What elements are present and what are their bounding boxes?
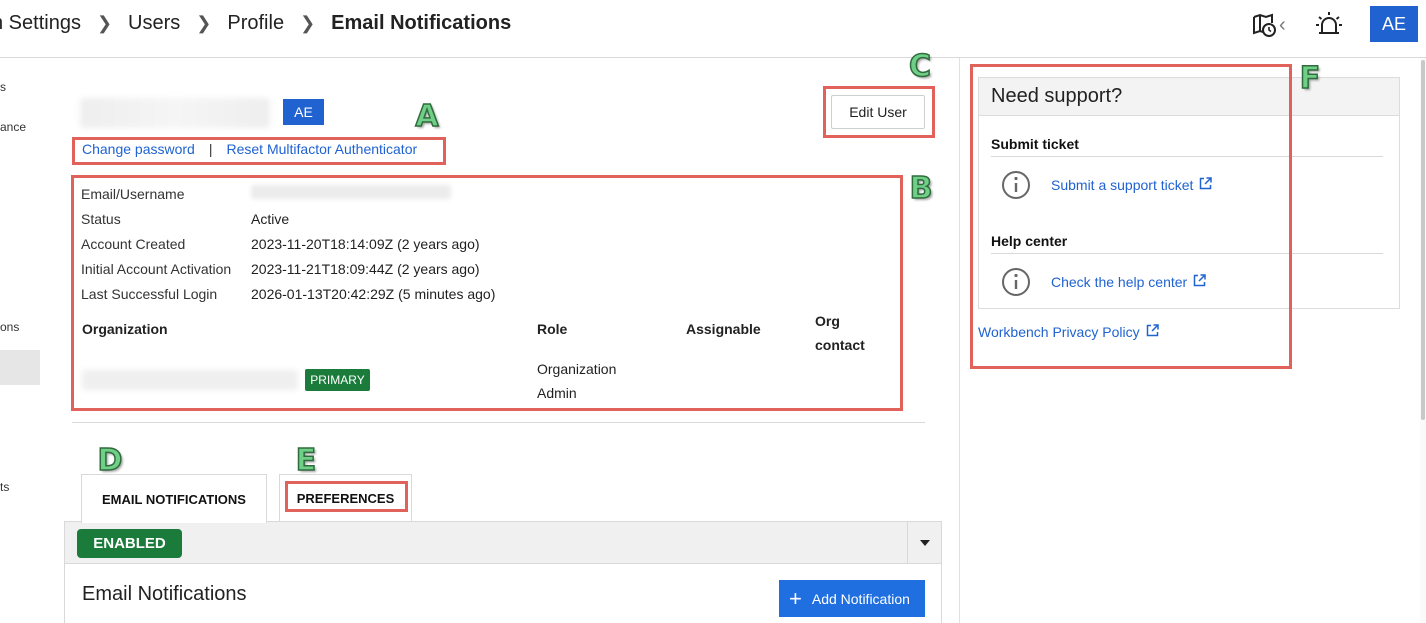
page-title: Email Notifications [331, 12, 512, 34]
account-details: Email/Username Status Active Account Cre… [81, 181, 495, 306]
primary-badge: PRIMARY [305, 369, 370, 391]
detail-label: Initial Account Activation [81, 260, 232, 277]
username-redacted [80, 98, 270, 128]
chevron-right-icon: ❯ [196, 13, 212, 33]
org-column-header: Organization [82, 321, 168, 337]
top-bar: n Settings ❯ Users ❯ Profile ❯ Email Not… [0, 0, 1426, 58]
email-notifications-panel: ENABLED Email Notifications + Add Notifi… [64, 521, 942, 623]
tab-preferences[interactable]: PREFERENCES [279, 474, 412, 522]
detail-label: Status [81, 210, 121, 227]
info-icon [1001, 170, 1031, 205]
organization-name-redacted [82, 370, 298, 390]
panel-title: Email Notifications [82, 583, 247, 605]
detail-label: Last Successful Login [81, 285, 218, 302]
add-notification-button[interactable]: + Add Notification [779, 580, 925, 617]
submit-support-ticket-link[interactable]: Submit a support ticket [1051, 177, 1213, 193]
email-value-redacted [251, 185, 451, 202]
panel-header: ENABLED [65, 522, 941, 564]
breadcrumb-item-users[interactable]: Users [128, 12, 180, 35]
annotation-label-a: A [415, 98, 440, 135]
sidebar-item-selected[interactable] [0, 350, 40, 385]
detail-value: 2026-01-13T20:42:29Z (5 minutes ago) [251, 285, 496, 302]
role-column-header: Role [537, 321, 568, 337]
detail-value: 2023-11-21T18:09:44Z (2 years ago) [251, 260, 480, 277]
support-title: Need support? [979, 78, 1399, 116]
submit-support-ticket-label: Submit a support ticket [1051, 177, 1194, 193]
detail-row: Initial Account Activation 2023-11-21T18… [81, 256, 495, 281]
chevron-right-icon: ❯ [96, 13, 113, 33]
submit-ticket-heading: Submit ticket [991, 136, 1079, 152]
help-center-link[interactable]: Check the help center [1051, 274, 1206, 290]
breadcrumb-item-profile[interactable]: Profile [227, 12, 284, 35]
privacy-policy-label: Workbench Privacy Policy [978, 324, 1140, 340]
link-separator: | [208, 141, 213, 157]
org-contact-column-header: Org contact [815, 313, 865, 353]
sidebar-item-label[interactable]: s [0, 80, 6, 94]
annotation-label-e: E [295, 442, 317, 479]
detail-row: Status Active [81, 206, 495, 231]
divider [991, 156, 1383, 157]
divider [991, 253, 1383, 254]
alarm-light-icon[interactable] [1315, 10, 1343, 43]
external-link-icon [1146, 324, 1159, 340]
detail-row: Last Successful Login 2026-01-13T20:42:2… [81, 281, 495, 306]
detail-label: Email/Username [81, 185, 185, 202]
chevron-right-icon: ❯ [300, 13, 316, 33]
user-avatar[interactable]: AE [1370, 6, 1418, 42]
add-notification-label: Add Notification [811, 590, 910, 607]
account-links: Change password | Reset Multifactor Auth… [82, 141, 417, 157]
status-badge: ENABLED [77, 529, 182, 558]
sidebar-item-label[interactable]: ons [0, 320, 19, 334]
reset-mfa-link[interactable]: Reset Multifactor Authenticator [227, 141, 418, 157]
user-initials-badge: AE [283, 99, 324, 125]
map-clock-icon[interactable] [1252, 12, 1278, 43]
edit-user-button[interactable]: Edit User [831, 95, 925, 129]
divider [72, 422, 925, 423]
sidebar-item-label[interactable]: ts [0, 480, 9, 494]
assignable-column-header: Assignable [686, 321, 761, 337]
side-nav: s ance ons ts [0, 58, 46, 623]
detail-value: 2023-11-20T18:14:09Z (2 years ago) [251, 235, 480, 252]
annotation-label-d: D [97, 442, 123, 479]
chevron-left-icon[interactable]: ‹ [1279, 14, 1286, 37]
detail-label: Account Created [81, 235, 186, 252]
external-link-icon [1193, 274, 1206, 290]
sidebar-item-label[interactable]: ance [0, 120, 26, 134]
change-password-link[interactable]: Change password [82, 141, 195, 157]
tab-label: PREFERENCES [296, 491, 395, 506]
privacy-policy-link[interactable]: Workbench Privacy Policy [978, 324, 1159, 340]
tab-label: EMAIL NOTIFICATIONS [102, 491, 246, 507]
detail-row: Account Created 2023-11-20T18:14:09Z (2 … [81, 231, 495, 256]
annotation-label-c: C [908, 48, 932, 85]
breadcrumb: n Settings ❯ Users ❯ Profile ❯ Email Not… [0, 12, 511, 35]
detail-row: Email/Username [81, 181, 495, 206]
breadcrumb-item-settings[interactable]: n Settings [0, 12, 81, 35]
caret-down-icon[interactable] [907, 522, 941, 563]
info-icon [1001, 267, 1031, 302]
tab-email-notifications[interactable]: EMAIL NOTIFICATIONS [81, 474, 267, 523]
annotation-label-f: F [1299, 60, 1321, 97]
role-value: Organization Admin [537, 361, 617, 401]
scrollbar-thumb[interactable] [1421, 60, 1425, 420]
external-link-icon [1199, 177, 1213, 193]
detail-value: Active [251, 210, 290, 227]
help-center-label: Check the help center [1051, 274, 1188, 290]
support-panel: Need support? Submit ticket Submit a sup… [978, 77, 1400, 309]
help-center-heading: Help center [991, 233, 1068, 249]
annotation-label-b: B [909, 170, 933, 207]
plus-icon: + [789, 585, 802, 611]
